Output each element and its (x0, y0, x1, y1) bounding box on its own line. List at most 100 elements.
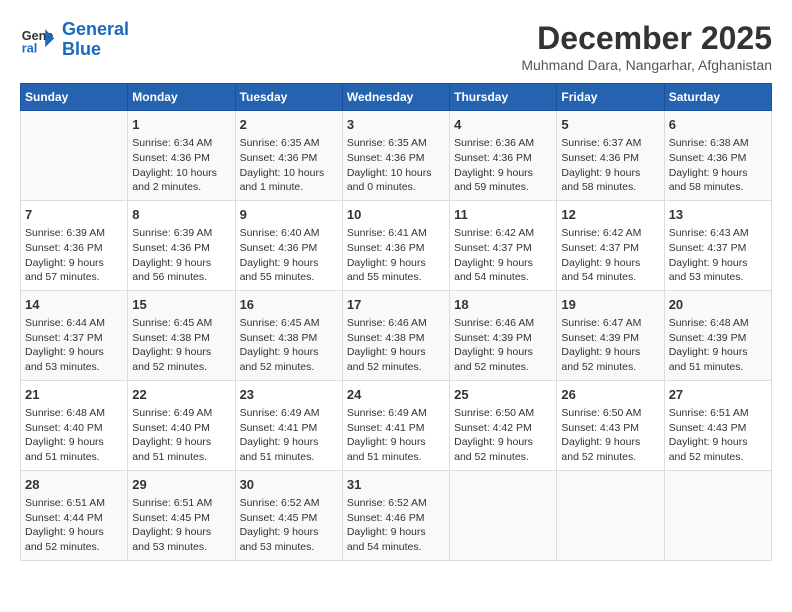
day-info: Sunrise: 6:51 AMSunset: 4:43 PMDaylight:… (669, 406, 767, 465)
day-info: Sunrise: 6:51 AMSunset: 4:45 PMDaylight:… (132, 496, 230, 555)
table-row: 16Sunrise: 6:45 AMSunset: 4:38 PMDayligh… (235, 290, 342, 380)
day-number: 10 (347, 206, 445, 224)
day-number: 3 (347, 116, 445, 134)
table-row: 12Sunrise: 6:42 AMSunset: 4:37 PMDayligh… (557, 200, 664, 290)
day-info: Sunrise: 6:52 AMSunset: 4:46 PMDaylight:… (347, 496, 445, 555)
table-row: 24Sunrise: 6:49 AMSunset: 4:41 PMDayligh… (342, 380, 449, 470)
table-row: 3 Sunrise: 6:35 AMSunset: 4:36 PMDaylight… (342, 111, 449, 201)
table-row: 8Sunrise: 6:39 AMSunset: 4:36 PMDaylight… (128, 200, 235, 290)
table-row (21, 111, 128, 201)
day-number: 27 (669, 386, 767, 404)
day-number: 25 (454, 386, 552, 404)
day-info: Sunrise: 6:39 AMSunset: 4:36 PMDaylight:… (132, 226, 230, 285)
day-info: Sunrise: 6:48 AMSunset: 4:40 PMDaylight:… (25, 406, 123, 465)
day-number: 19 (561, 296, 659, 314)
day-number: 26 (561, 386, 659, 404)
day-info: Sunrise: 6:47 AMSunset: 4:39 PMDaylight:… (561, 316, 659, 375)
day-number: 4 (454, 116, 552, 134)
day-info: Sunrise: 6:42 AMSunset: 4:37 PMDaylight:… (454, 226, 552, 285)
day-info: Sunrise: 6:49 AMSunset: 4:40 PMDaylight:… (132, 406, 230, 465)
day-number: 30 (240, 476, 338, 494)
day-info: Sunrise: 6:36 AMSunset: 4:36 PMDaylight:… (454, 136, 552, 195)
day-info: Sunrise: 6:49 AMSunset: 4:41 PMDaylight:… (347, 406, 445, 465)
day-number: 15 (132, 296, 230, 314)
day-info: Sunrise: 6:49 AMSunset: 4:41 PMDaylight:… (240, 406, 338, 465)
logo: Gene ral General Blue (20, 20, 129, 60)
calendar-header-row: SundayMondayTuesdayWednesdayThursdayFrid… (21, 84, 772, 111)
table-row (557, 470, 664, 560)
day-info: Sunrise: 6:44 AMSunset: 4:37 PMDaylight:… (25, 316, 123, 375)
day-info: Sunrise: 6:35 AMSunset: 4:36 PMDaylight:… (347, 136, 445, 195)
col-header-wednesday: Wednesday (342, 84, 449, 111)
day-info: Sunrise: 6:43 AMSunset: 4:37 PMDaylight:… (669, 226, 767, 285)
table-row: 20 Sunrise: 6:48 AMSunset: 4:39 PMDayligh… (664, 290, 771, 380)
table-row: 5Sunrise: 6:37 AMSunset: 4:36 PMDaylight… (557, 111, 664, 201)
calendar-week-row: 1 Sunrise: 6:34 AMSunset: 4:36 PMDaylight… (21, 111, 772, 201)
table-row: 21 Sunrise: 6:48 AMSunset: 4:40 PMDayligh… (21, 380, 128, 470)
day-number: 21 (25, 386, 123, 404)
table-row: 28 Sunrise: 6:51 AMSunset: 4:44 PMDayligh… (21, 470, 128, 560)
logo-text: General Blue (62, 20, 129, 60)
table-row: 17 Sunrise: 6:46 AMSunset: 4:38 PMDayligh… (342, 290, 449, 380)
day-number: 7 (25, 206, 123, 224)
table-row: 1 Sunrise: 6:34 AMSunset: 4:36 PMDaylight… (128, 111, 235, 201)
page-header: Gene ral General Blue December 2025 Muhm… (20, 20, 772, 73)
day-info: Sunrise: 6:39 AMSunset: 4:36 PMDaylight:… (25, 226, 123, 285)
day-info: Sunrise: 6:38 AMSunset: 4:36 PMDaylight:… (669, 136, 767, 195)
calendar-week-row: 21 Sunrise: 6:48 AMSunset: 4:40 PMDayligh… (21, 380, 772, 470)
table-row: 2Sunrise: 6:35 AMSunset: 4:36 PMDaylight… (235, 111, 342, 201)
calendar-week-row: 7 Sunrise: 6:39 AMSunset: 4:36 PMDaylight… (21, 200, 772, 290)
day-number: 23 (240, 386, 338, 404)
logo-icon: Gene ral (20, 22, 56, 58)
day-info: Sunrise: 6:40 AMSunset: 4:36 PMDaylight:… (240, 226, 338, 285)
table-row: 7 Sunrise: 6:39 AMSunset: 4:36 PMDaylight… (21, 200, 128, 290)
day-info: Sunrise: 6:45 AMSunset: 4:38 PMDaylight:… (132, 316, 230, 375)
day-info: Sunrise: 6:42 AMSunset: 4:37 PMDaylight:… (561, 226, 659, 285)
day-info: Sunrise: 6:46 AMSunset: 4:39 PMDaylight:… (454, 316, 552, 375)
table-row: 14 Sunrise: 6:44 AMSunset: 4:37 PMDayligh… (21, 290, 128, 380)
svg-text:ral: ral (22, 41, 37, 55)
table-row (664, 470, 771, 560)
day-info: Sunrise: 6:45 AMSunset: 4:38 PMDaylight:… (240, 316, 338, 375)
day-info: Sunrise: 6:35 AMSunset: 4:36 PMDaylight:… (240, 136, 338, 195)
title-block: December 2025 Muhmand Dara, Nangarhar, A… (521, 20, 772, 73)
table-row: 31 Sunrise: 6:52 AMSunset: 4:46 PMDayligh… (342, 470, 449, 560)
day-info: Sunrise: 6:37 AMSunset: 4:36 PMDaylight:… (561, 136, 659, 195)
table-row: 22Sunrise: 6:49 AMSunset: 4:40 PMDayligh… (128, 380, 235, 470)
day-info: Sunrise: 6:41 AMSunset: 4:36 PMDaylight:… (347, 226, 445, 285)
table-row (450, 470, 557, 560)
day-info: Sunrise: 6:48 AMSunset: 4:39 PMDaylight:… (669, 316, 767, 375)
table-row: 13Sunrise: 6:43 AMSunset: 4:37 PMDayligh… (664, 200, 771, 290)
day-info: Sunrise: 6:50 AMSunset: 4:43 PMDaylight:… (561, 406, 659, 465)
day-number: 20 (669, 296, 767, 314)
day-info: Sunrise: 6:51 AMSunset: 4:44 PMDaylight:… (25, 496, 123, 555)
calendar-table: SundayMondayTuesdayWednesdayThursdayFrid… (20, 83, 772, 561)
day-info: Sunrise: 6:46 AMSunset: 4:38 PMDaylight:… (347, 316, 445, 375)
day-number: 1 (132, 116, 230, 134)
table-row: 25Sunrise: 6:50 AMSunset: 4:42 PMDayligh… (450, 380, 557, 470)
table-row: 6 Sunrise: 6:38 AMSunset: 4:36 PMDaylight… (664, 111, 771, 201)
day-number: 9 (240, 206, 338, 224)
day-number: 29 (132, 476, 230, 494)
table-row: 27 Sunrise: 6:51 AMSunset: 4:43 PMDayligh… (664, 380, 771, 470)
day-number: 6 (669, 116, 767, 134)
day-number: 28 (25, 476, 123, 494)
day-number: 14 (25, 296, 123, 314)
table-row: 4 Sunrise: 6:36 AMSunset: 4:36 PMDaylight… (450, 111, 557, 201)
day-info: Sunrise: 6:34 AMSunset: 4:36 PMDaylight:… (132, 136, 230, 195)
calendar-week-row: 28 Sunrise: 6:51 AMSunset: 4:44 PMDayligh… (21, 470, 772, 560)
table-row: 23 Sunrise: 6:49 AMSunset: 4:41 PMDayligh… (235, 380, 342, 470)
col-header-saturday: Saturday (664, 84, 771, 111)
table-row: 29 Sunrise: 6:51 AMSunset: 4:45 PMDayligh… (128, 470, 235, 560)
col-header-tuesday: Tuesday (235, 84, 342, 111)
calendar-week-row: 14 Sunrise: 6:44 AMSunset: 4:37 PMDayligh… (21, 290, 772, 380)
day-number: 31 (347, 476, 445, 494)
table-row: 19 Sunrise: 6:47 AMSunset: 4:39 PMDayligh… (557, 290, 664, 380)
table-row: 9 Sunrise: 6:40 AMSunset: 4:36 PMDaylight… (235, 200, 342, 290)
col-header-friday: Friday (557, 84, 664, 111)
location-subtitle: Muhmand Dara, Nangarhar, Afghanistan (521, 57, 772, 73)
day-number: 17 (347, 296, 445, 314)
month-title: December 2025 (521, 20, 772, 57)
table-row: 30Sunrise: 6:52 AMSunset: 4:45 PMDayligh… (235, 470, 342, 560)
col-header-thursday: Thursday (450, 84, 557, 111)
